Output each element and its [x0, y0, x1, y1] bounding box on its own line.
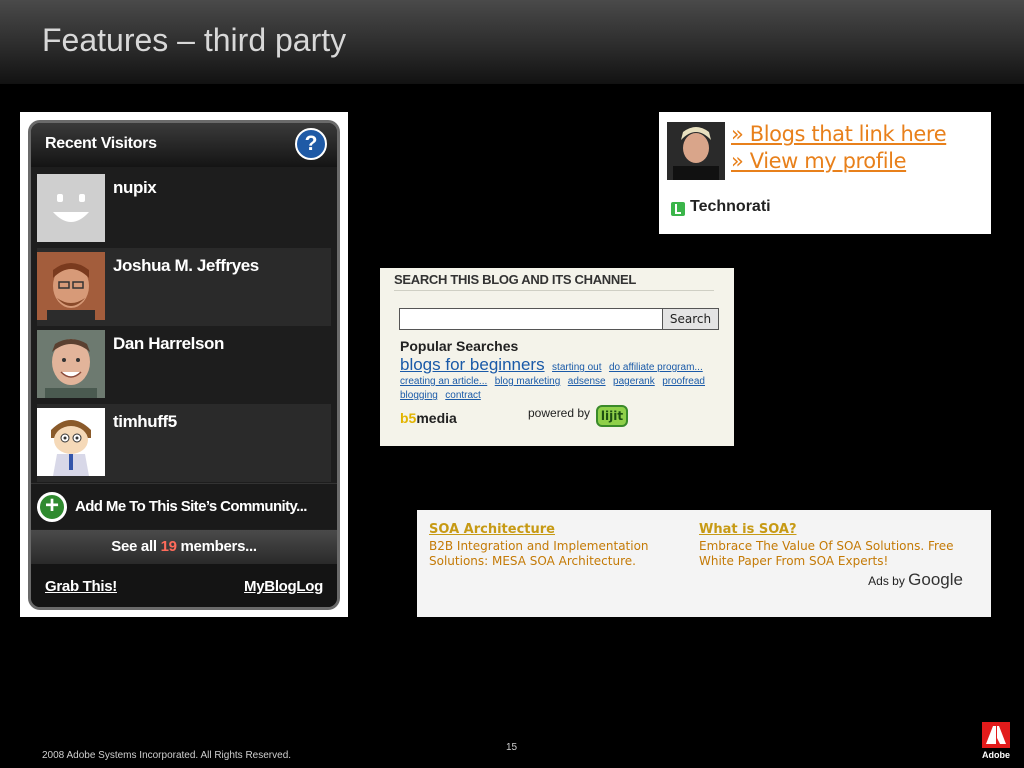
b5-mark: b5 [400, 410, 417, 426]
search-tag[interactable]: blogs for beginners [400, 355, 545, 374]
grab-this-link[interactable]: Grab This! [45, 578, 117, 595]
ad-unit[interactable]: What is SOA? Embrace The Value Of SOA So… [699, 522, 959, 569]
mybloglog-widget-frame: Recent Visitors ? nupix Joshua M. Jeffry… [20, 112, 348, 617]
widget-title: Recent Visitors [45, 135, 157, 152]
ad-text[interactable]: Embrace The Value Of SOA Solutions. Free… [699, 539, 959, 569]
powered-by-label: powered by [528, 406, 591, 420]
mybloglog-widget: Recent Visitors ? nupix Joshua M. Jeffry… [28, 120, 340, 610]
technorati-widget: » Blogs that link here » View my profile… [659, 112, 991, 234]
ad-unit[interactable]: SOA Architecture B2B Integration and Imp… [429, 522, 689, 569]
visitor-name[interactable]: Joshua M. Jeffryes [113, 256, 259, 276]
popular-searches-title: Popular Searches [400, 338, 519, 354]
avatar-photo[interactable] [37, 330, 105, 398]
see-all-suffix: members... [176, 538, 258, 555]
search-tag[interactable]: starting out [552, 362, 601, 373]
see-all-prefix: See all [111, 538, 161, 555]
search-tag[interactable]: blog marketing [495, 376, 561, 387]
slide-header: Features – third party [0, 0, 1024, 84]
ad-title[interactable]: SOA Architecture [429, 522, 689, 537]
search-tag[interactable]: proofread [662, 376, 705, 387]
visitor-name[interactable]: Dan Harrelson [113, 334, 224, 354]
visitor-name[interactable]: timhuff5 [113, 412, 177, 432]
ad-text[interactable]: B2B Integration and Implementation Solut… [429, 539, 689, 569]
search-input[interactable] [399, 308, 663, 330]
avatar-cartoon[interactable] [37, 408, 105, 476]
ads-by-label: Ads by [868, 574, 909, 588]
visitor-row[interactable]: nupix [37, 170, 331, 248]
blogs-link-here-link[interactable]: » Blogs that link here [731, 122, 947, 146]
visitor-row[interactable]: Dan Harrelson [37, 326, 331, 404]
search-button[interactable]: Search [662, 308, 719, 330]
help-icon[interactable]: ? [295, 128, 327, 160]
visitor-row[interactable]: Joshua M. Jeffryes [37, 248, 331, 326]
join-community-label[interactable]: Add Me To This Site’s Community... [75, 498, 307, 515]
technorati-logo[interactable]: Technorati [690, 198, 771, 216]
widget-footer: Grab This! MyBlogLog [31, 564, 337, 607]
search-tag[interactable]: pagerank [613, 376, 655, 387]
avatar-photo[interactable] [37, 252, 105, 320]
visitor-name[interactable]: nupix [113, 178, 157, 198]
page-number: 15 [506, 742, 518, 753]
b5-media-text: media [416, 410, 457, 426]
profile-photo[interactable] [667, 122, 725, 180]
search-tag[interactable]: creating an article... [400, 376, 487, 387]
search-blog-widget: SEARCH THIS BLOG AND ITS CHANNEL Search … [380, 268, 734, 446]
adobe-logo: Adobe [982, 722, 1010, 760]
lijit-logo[interactable]: lijit [596, 405, 628, 427]
widget-header: Recent Visitors ? [31, 123, 337, 167]
slide-title: Features – third party [42, 22, 347, 58]
visitor-row[interactable]: timhuff5 [37, 404, 331, 482]
popular-search-tags: blogs for beginners starting out do affi… [400, 356, 722, 402]
view-profile-link[interactable]: » View my profile [731, 149, 907, 173]
copyright-text: 2008 Adobe Systems Incorporated. All Rig… [42, 750, 292, 761]
member-count: 19 [160, 538, 177, 555]
search-tag[interactable]: contract [445, 390, 481, 401]
google-logo: Google [908, 570, 963, 589]
search-tag[interactable]: blogging [400, 390, 438, 401]
b5media-logo[interactable]: b5media [400, 410, 457, 426]
avatar-default[interactable] [37, 174, 105, 242]
search-tag[interactable]: do affiliate program... [609, 362, 703, 373]
ad-title[interactable]: What is SOA? [699, 522, 959, 537]
search-title: SEARCH THIS BLOG AND ITS CHANNEL [394, 272, 636, 287]
mybloglog-link[interactable]: MyBlogLog [244, 578, 323, 595]
divider [394, 290, 714, 291]
google-ads-widget: SOA Architecture B2B Integration and Imp… [417, 510, 991, 617]
join-community-button[interactable]: + Add Me To This Site’s Community... [31, 483, 337, 529]
adobe-logo-text: Adobe [982, 750, 1010, 760]
see-all-members-button[interactable]: See all 19 members... [31, 530, 337, 564]
ads-by-google-link[interactable]: Ads by Google [868, 570, 963, 590]
search-tag[interactable]: adsense [568, 376, 606, 387]
plus-icon[interactable]: + [37, 492, 67, 522]
technorati-logo-icon[interactable] [671, 202, 685, 216]
